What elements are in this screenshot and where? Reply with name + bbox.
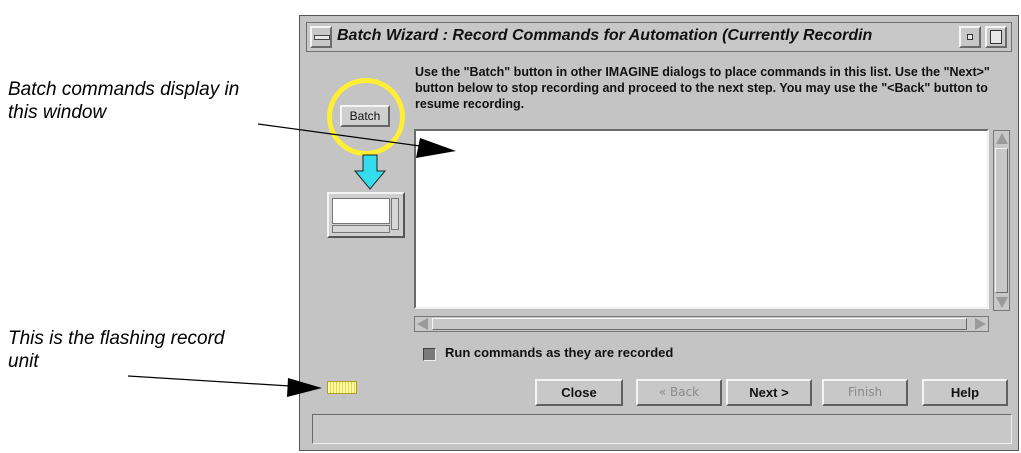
close-button[interactable]: Close [535,379,623,406]
next-button[interactable]: Next > [726,379,812,406]
window-menu-icon[interactable] [310,26,332,48]
back-button[interactable]: « Back [636,379,722,406]
status-bar [312,414,1012,444]
scroll-left-icon[interactable] [417,318,428,330]
help-button[interactable]: Help [922,379,1008,406]
scroll-down-icon[interactable] [996,297,1008,308]
window-title: Batch Wizard : Record Commands for Autom… [337,27,873,44]
mini-vertical-scrollbar [391,198,399,230]
title-bar: Batch Wizard : Record Commands for Autom… [306,22,1012,52]
maximize-icon[interactable] [985,26,1007,48]
vertical-scrollbar[interactable] [993,130,1010,311]
run-commands-checkbox[interactable] [423,348,436,361]
finish-button[interactable]: Finish [822,379,908,406]
minimize-icon[interactable] [959,26,981,48]
vertical-scroll-thumb[interactable] [995,148,1008,293]
mini-text-area [332,198,390,224]
scroll-right-icon[interactable] [975,318,986,330]
instructions-text: Use the "Batch" button in other IMAGINE … [415,65,990,111]
mini-horizontal-scrollbar [332,225,390,233]
horizontal-scrollbar[interactable] [414,316,989,332]
record-unit-callout: This is the flashing record unit [8,328,225,372]
batch-window-illustration [327,192,405,238]
horizontal-scroll-thumb[interactable] [432,318,967,330]
record-indicator [327,381,357,394]
run-commands-label: Run commands as they are recorded [445,345,674,360]
batch-window-callout: Batch commands display in this window [8,79,240,123]
batch-button-illustration: Batch [340,105,390,127]
batch-commands-list[interactable] [414,129,989,309]
down-arrow-icon [354,154,386,190]
scroll-up-icon[interactable] [996,133,1008,144]
